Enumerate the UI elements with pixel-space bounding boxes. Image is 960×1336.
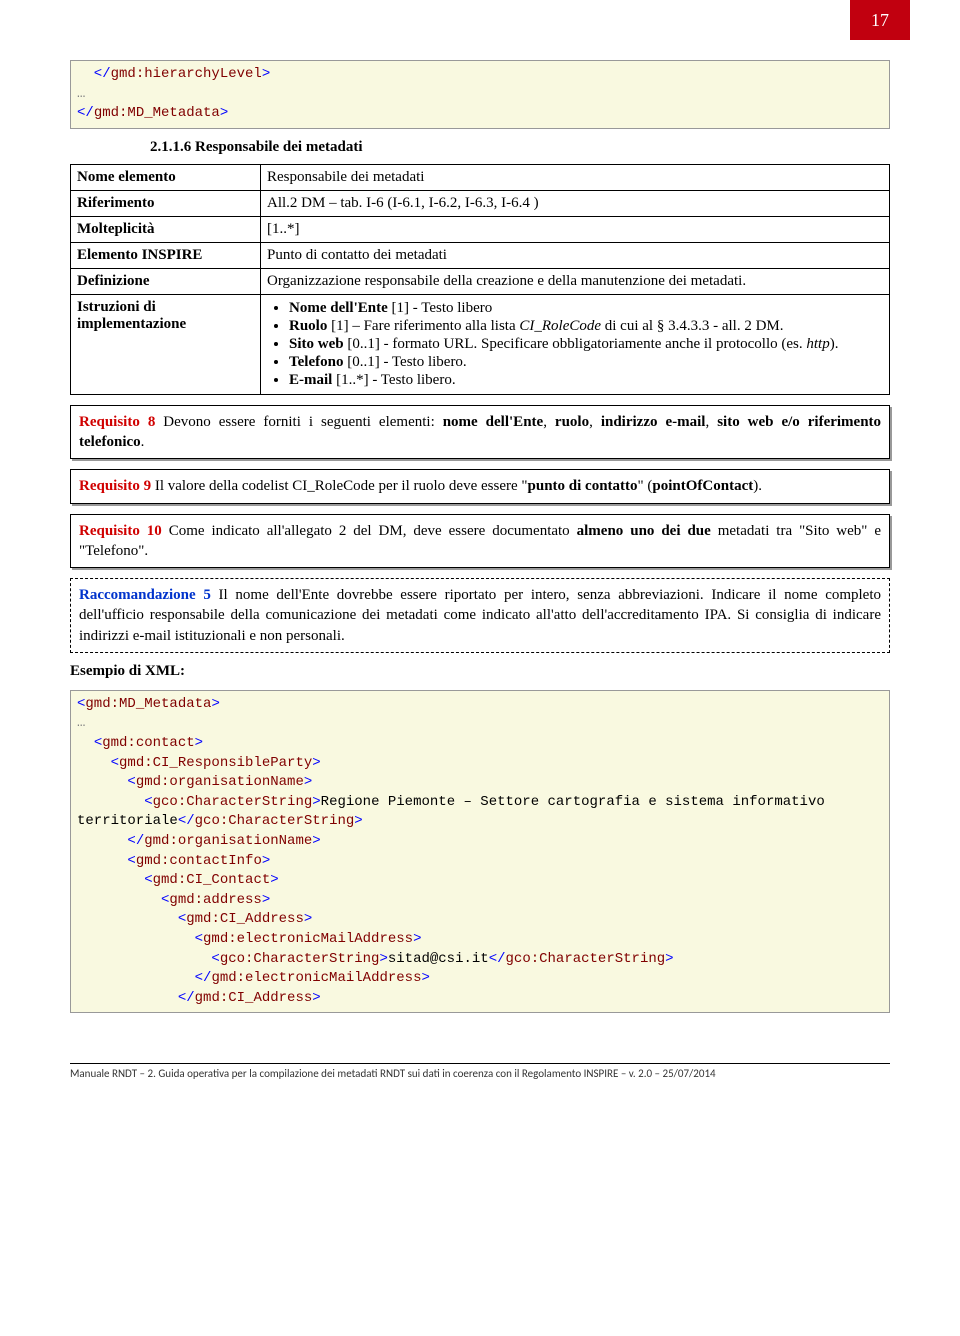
- metadata-table: Nome elementoResponsabile dei metadati R…: [70, 164, 890, 395]
- requisito-9: Requisito 9 Il valore della codelist CI_…: [70, 469, 890, 503]
- page-content: </gmd:hierarchyLevel> … </gmd:MD_Metadat…: [0, 0, 960, 1043]
- list-item: Nome dell'Ente [1] - Testo libero: [289, 300, 883, 317]
- req-label: Requisito 9: [79, 478, 151, 494]
- requisito-8: Requisito 8 Devono essere forniti i segu…: [70, 405, 890, 460]
- esempio-heading: Esempio di XML:: [70, 663, 890, 680]
- cell-val: Organizzazione responsabile della creazi…: [261, 268, 890, 294]
- cell-val: [1..*]: [261, 216, 890, 242]
- cell-val: Punto di contatto dei metadati: [261, 242, 890, 268]
- list-item: Telefono [0..1] - Testo libero.: [289, 354, 883, 371]
- xml-code-block-2: <gmd:MD_Metadata> … <gmd:contact> <gmd:C…: [70, 690, 890, 1014]
- page-footer: Manuale RNDT – 2. Guida operativa per la…: [70, 1063, 890, 1080]
- table-row: DefinizioneOrganizzazione responsabile d…: [71, 268, 890, 294]
- table-row: Nome elementoResponsabile dei metadati: [71, 164, 890, 190]
- list-item: Ruolo [1] – Fare riferimento alla lista …: [289, 318, 883, 335]
- cell-key: Nome elemento: [71, 164, 261, 190]
- requisito-10: Requisito 10 Come indicato all'allegato …: [70, 514, 890, 569]
- cell-key: Riferimento: [71, 190, 261, 216]
- table-row: Istruzioni di implementazione Nome dell'…: [71, 294, 890, 394]
- page-number-tab: 17: [850, 0, 910, 40]
- raccomandazione-5: Raccomandazione 5 Il nome dell'Ente dovr…: [70, 578, 890, 653]
- bullet-list: Nome dell'Ente [1] - Testo libero Ruolo …: [267, 300, 883, 389]
- list-item: E-mail [1..*] - Testo libero.: [289, 372, 883, 389]
- table-row: RiferimentoAll.2 DM – tab. I-6 (I-6.1, I…: [71, 190, 890, 216]
- cell-val: All.2 DM – tab. I-6 (I-6.1, I-6.2, I-6.3…: [261, 190, 890, 216]
- cell-val: Responsabile dei metadati: [261, 164, 890, 190]
- cell-key: Elemento INSPIRE: [71, 242, 261, 268]
- section-heading: 2.1.1.6 Responsabile dei metadati: [150, 139, 890, 156]
- table-row: Molteplicità[1..*]: [71, 216, 890, 242]
- table-row: Elemento INSPIREPunto di contatto dei me…: [71, 242, 890, 268]
- page-number: 17: [871, 10, 889, 31]
- rec-label: Raccomandazione 5: [79, 587, 211, 603]
- cell-key: Definizione: [71, 268, 261, 294]
- list-item: Sito web [0..1] - formato URL. Specifica…: [289, 336, 883, 353]
- cell-val: Nome dell'Ente [1] - Testo libero Ruolo …: [261, 294, 890, 394]
- req-label: Requisito 10: [79, 523, 162, 539]
- req-label: Requisito 8: [79, 414, 155, 430]
- cell-key: Molteplicità: [71, 216, 261, 242]
- xml-code-block-1: </gmd:hierarchyLevel> … </gmd:MD_Metadat…: [70, 60, 890, 129]
- cell-key: Istruzioni di implementazione: [71, 294, 261, 394]
